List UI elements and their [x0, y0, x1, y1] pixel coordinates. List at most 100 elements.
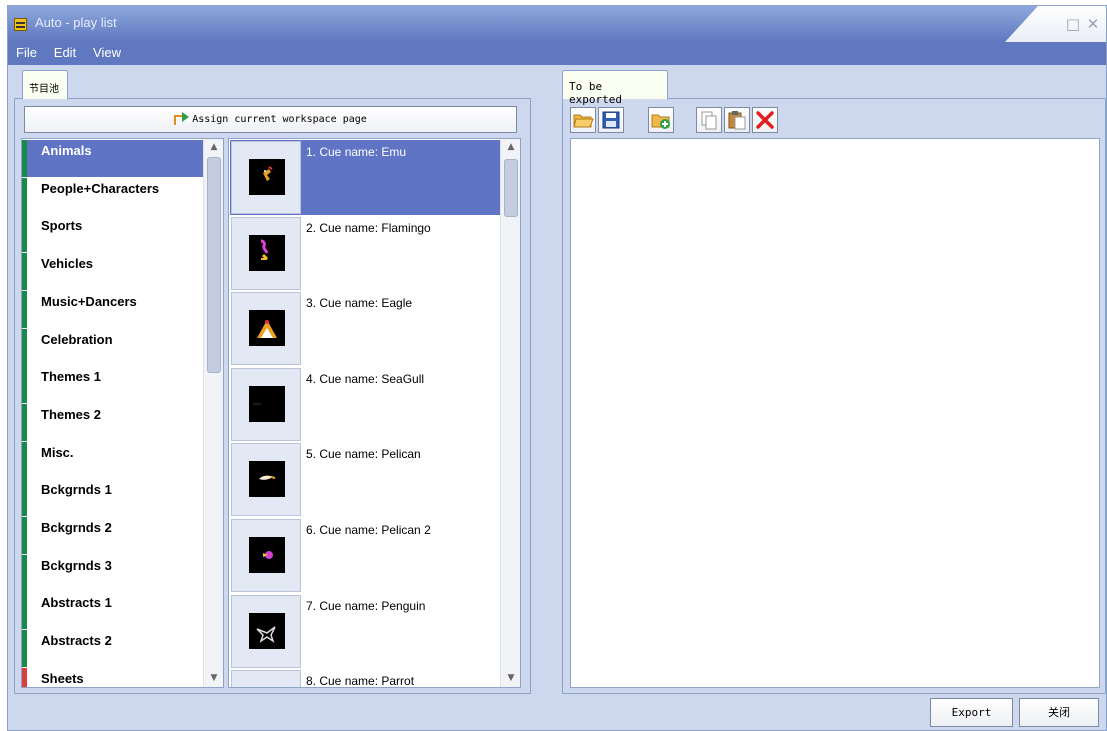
category-list[interactable]: Animals People+Characters Sports Vehicles Mu…: [21, 138, 224, 688]
cue-item[interactable]: 7. Cue name: Penguin: [230, 594, 500, 669]
tab-to-be-exported[interactable]: To be exported: [562, 70, 668, 106]
cue-item[interactable]: 1. Cue name: Emu: [230, 140, 500, 215]
title-bar-tab: [8, 6, 1038, 42]
tab-program-pool[interactable]: 节目池: [22, 70, 68, 99]
app-window: Auto - play list □ ✕ File Edit View 节目池 …: [7, 5, 1107, 731]
cue-label: 3. Cue name: Eagle: [306, 296, 413, 311]
scroll-up-icon[interactable]: ▲: [204, 140, 223, 154]
category-label: Celebration: [41, 331, 113, 347]
app-icon: [14, 18, 27, 31]
add-folder-button[interactable]: [648, 107, 674, 133]
open-folder-icon: [573, 114, 594, 128]
cue-thumbnail-frame: [231, 141, 301, 214]
paste-icon: [728, 111, 746, 130]
open-folder-button[interactable]: [570, 107, 596, 133]
category-scrollbar[interactable]: ▲ ▼: [203, 139, 223, 687]
cue-label: 1. Cue name: Emu: [306, 145, 407, 159]
cue-thumbnail: [249, 537, 285, 573]
category-item[interactable]: Abstracts 1: [22, 592, 203, 630]
category-label: Abstracts 2: [41, 633, 112, 649]
cue-item[interactable]: 6. Cue name: Pelican 2: [230, 518, 500, 593]
category-item[interactable]: Bckgrnds 3: [22, 554, 203, 592]
cue-list[interactable]: 1. Cue name: Emu 2. Cue name: Flamingo 3. …: [228, 138, 521, 688]
cue-scrollbar[interactable]: ▲ ▼: [500, 139, 520, 687]
category-item[interactable]: Animals: [22, 140, 203, 177]
cue-label: 7. Cue name: Penguin: [306, 598, 426, 613]
cue-item[interactable]: 2. Cue name: Flamingo: [230, 216, 500, 291]
cue-thumbnail-frame: [231, 292, 301, 366]
cue-thumbnail-frame: [231, 670, 301, 687]
title-bar: Auto - play list □ ✕: [8, 6, 1106, 42]
save-icon: [602, 111, 620, 129]
cue-item[interactable]: 3. Cue name: Eagle: [230, 291, 500, 366]
copy-button[interactable]: [696, 107, 722, 133]
cue-scroll-down-icon[interactable]: ▼: [501, 671, 520, 685]
cue-label: 5. Cue name: Pelican: [306, 447, 421, 462]
delete-icon: [756, 111, 774, 129]
category-scroll-thumb[interactable]: [207, 157, 221, 373]
menu-view[interactable]: View: [88, 42, 126, 63]
category-item[interactable]: Music+Dancers: [22, 290, 203, 328]
assign-workspace-page-button[interactable]: Assign current workspace page: [24, 106, 517, 133]
cue-thumbnail-frame: [231, 216, 301, 290]
scroll-down-icon[interactable]: ▼: [204, 671, 223, 685]
cue-label: 4. Cue name: SeaGull: [306, 371, 425, 386]
assign-button-label: Assign current workspace page: [192, 114, 367, 125]
cue-thumbnail: [249, 612, 285, 649]
cue-thumbnail: [249, 310, 285, 347]
category-label: Abstracts 1: [41, 595, 112, 611]
cue-thumbnail: [249, 234, 285, 271]
cue-thumbnail: [249, 385, 285, 422]
category-item[interactable]: Abstracts 2: [22, 630, 203, 668]
maximize-icon[interactable]: □: [1064, 15, 1082, 33]
cue-item[interactable]: 4. Cue name: SeaGull: [230, 367, 500, 442]
category-label: Themes 1: [41, 369, 101, 385]
category-item[interactable]: Sports: [22, 215, 203, 253]
category-label: Music+Dancers: [41, 293, 137, 309]
cue-thumbnail-frame: [231, 594, 301, 668]
copy-icon: [701, 111, 717, 130]
cue-item[interactable]: 5. Cue name: Pelican: [230, 442, 500, 517]
category-item[interactable]: Bckgrnds 1: [22, 479, 203, 517]
close-window-icon[interactable]: ✕: [1084, 15, 1102, 33]
cue-thumbnail-frame: [231, 443, 301, 517]
cue-scroll-thumb[interactable]: [504, 159, 518, 217]
category-label: People+Characters: [41, 180, 160, 196]
window-title: Auto - play list: [35, 15, 117, 30]
category-label: Misc.: [41, 444, 74, 460]
cue-thumbnail-frame: [231, 519, 301, 592]
category-item[interactable]: Themes 1: [22, 366, 203, 404]
delete-button[interactable]: [752, 107, 778, 133]
category-label: Themes 2: [41, 406, 101, 422]
cue-thumbnail: [249, 159, 285, 195]
category-label: Sports: [41, 218, 83, 234]
category-label: Vehicles: [41, 256, 94, 272]
category-item[interactable]: Sheets: [22, 667, 203, 687]
category-item[interactable]: Celebration: [22, 328, 203, 366]
menu-bar: File Edit View: [8, 42, 1106, 65]
export-button[interactable]: Export: [930, 698, 1013, 727]
category-item[interactable]: Themes 2: [22, 403, 203, 441]
paste-button[interactable]: [724, 107, 750, 133]
cue-label: 2. Cue name: Flamingo: [306, 220, 431, 235]
category-label: Bckgrnds 3: [41, 557, 112, 573]
menu-file[interactable]: File: [11, 42, 42, 63]
save-button[interactable]: [598, 107, 624, 133]
add-folder-icon: [651, 114, 670, 129]
cue-label: 6. Cue name: Pelican 2: [306, 523, 431, 537]
cue-thumbnail: [249, 461, 285, 498]
cue-scroll-up-icon[interactable]: ▲: [501, 140, 520, 154]
category-item[interactable]: Vehicles: [22, 253, 203, 291]
category-item[interactable]: Misc.: [22, 441, 203, 479]
cue-item[interactable]: 8. Cue name: Parrot: [230, 669, 500, 688]
close-button[interactable]: 关闭: [1019, 698, 1099, 727]
category-item[interactable]: People+Characters: [22, 177, 203, 215]
export-list[interactable]: [570, 138, 1100, 688]
category-label: Bckgrnds 2: [41, 520, 112, 535]
category-item[interactable]: Bckgrnds 2: [22, 517, 203, 554]
category-label: Sheets: [41, 670, 84, 686]
cue-label: 8. Cue name: Parrot: [306, 674, 415, 688]
category-label: Bckgrnds 1: [41, 482, 112, 498]
menu-edit[interactable]: Edit: [49, 42, 81, 63]
cue-thumbnail-frame: [231, 367, 301, 441]
